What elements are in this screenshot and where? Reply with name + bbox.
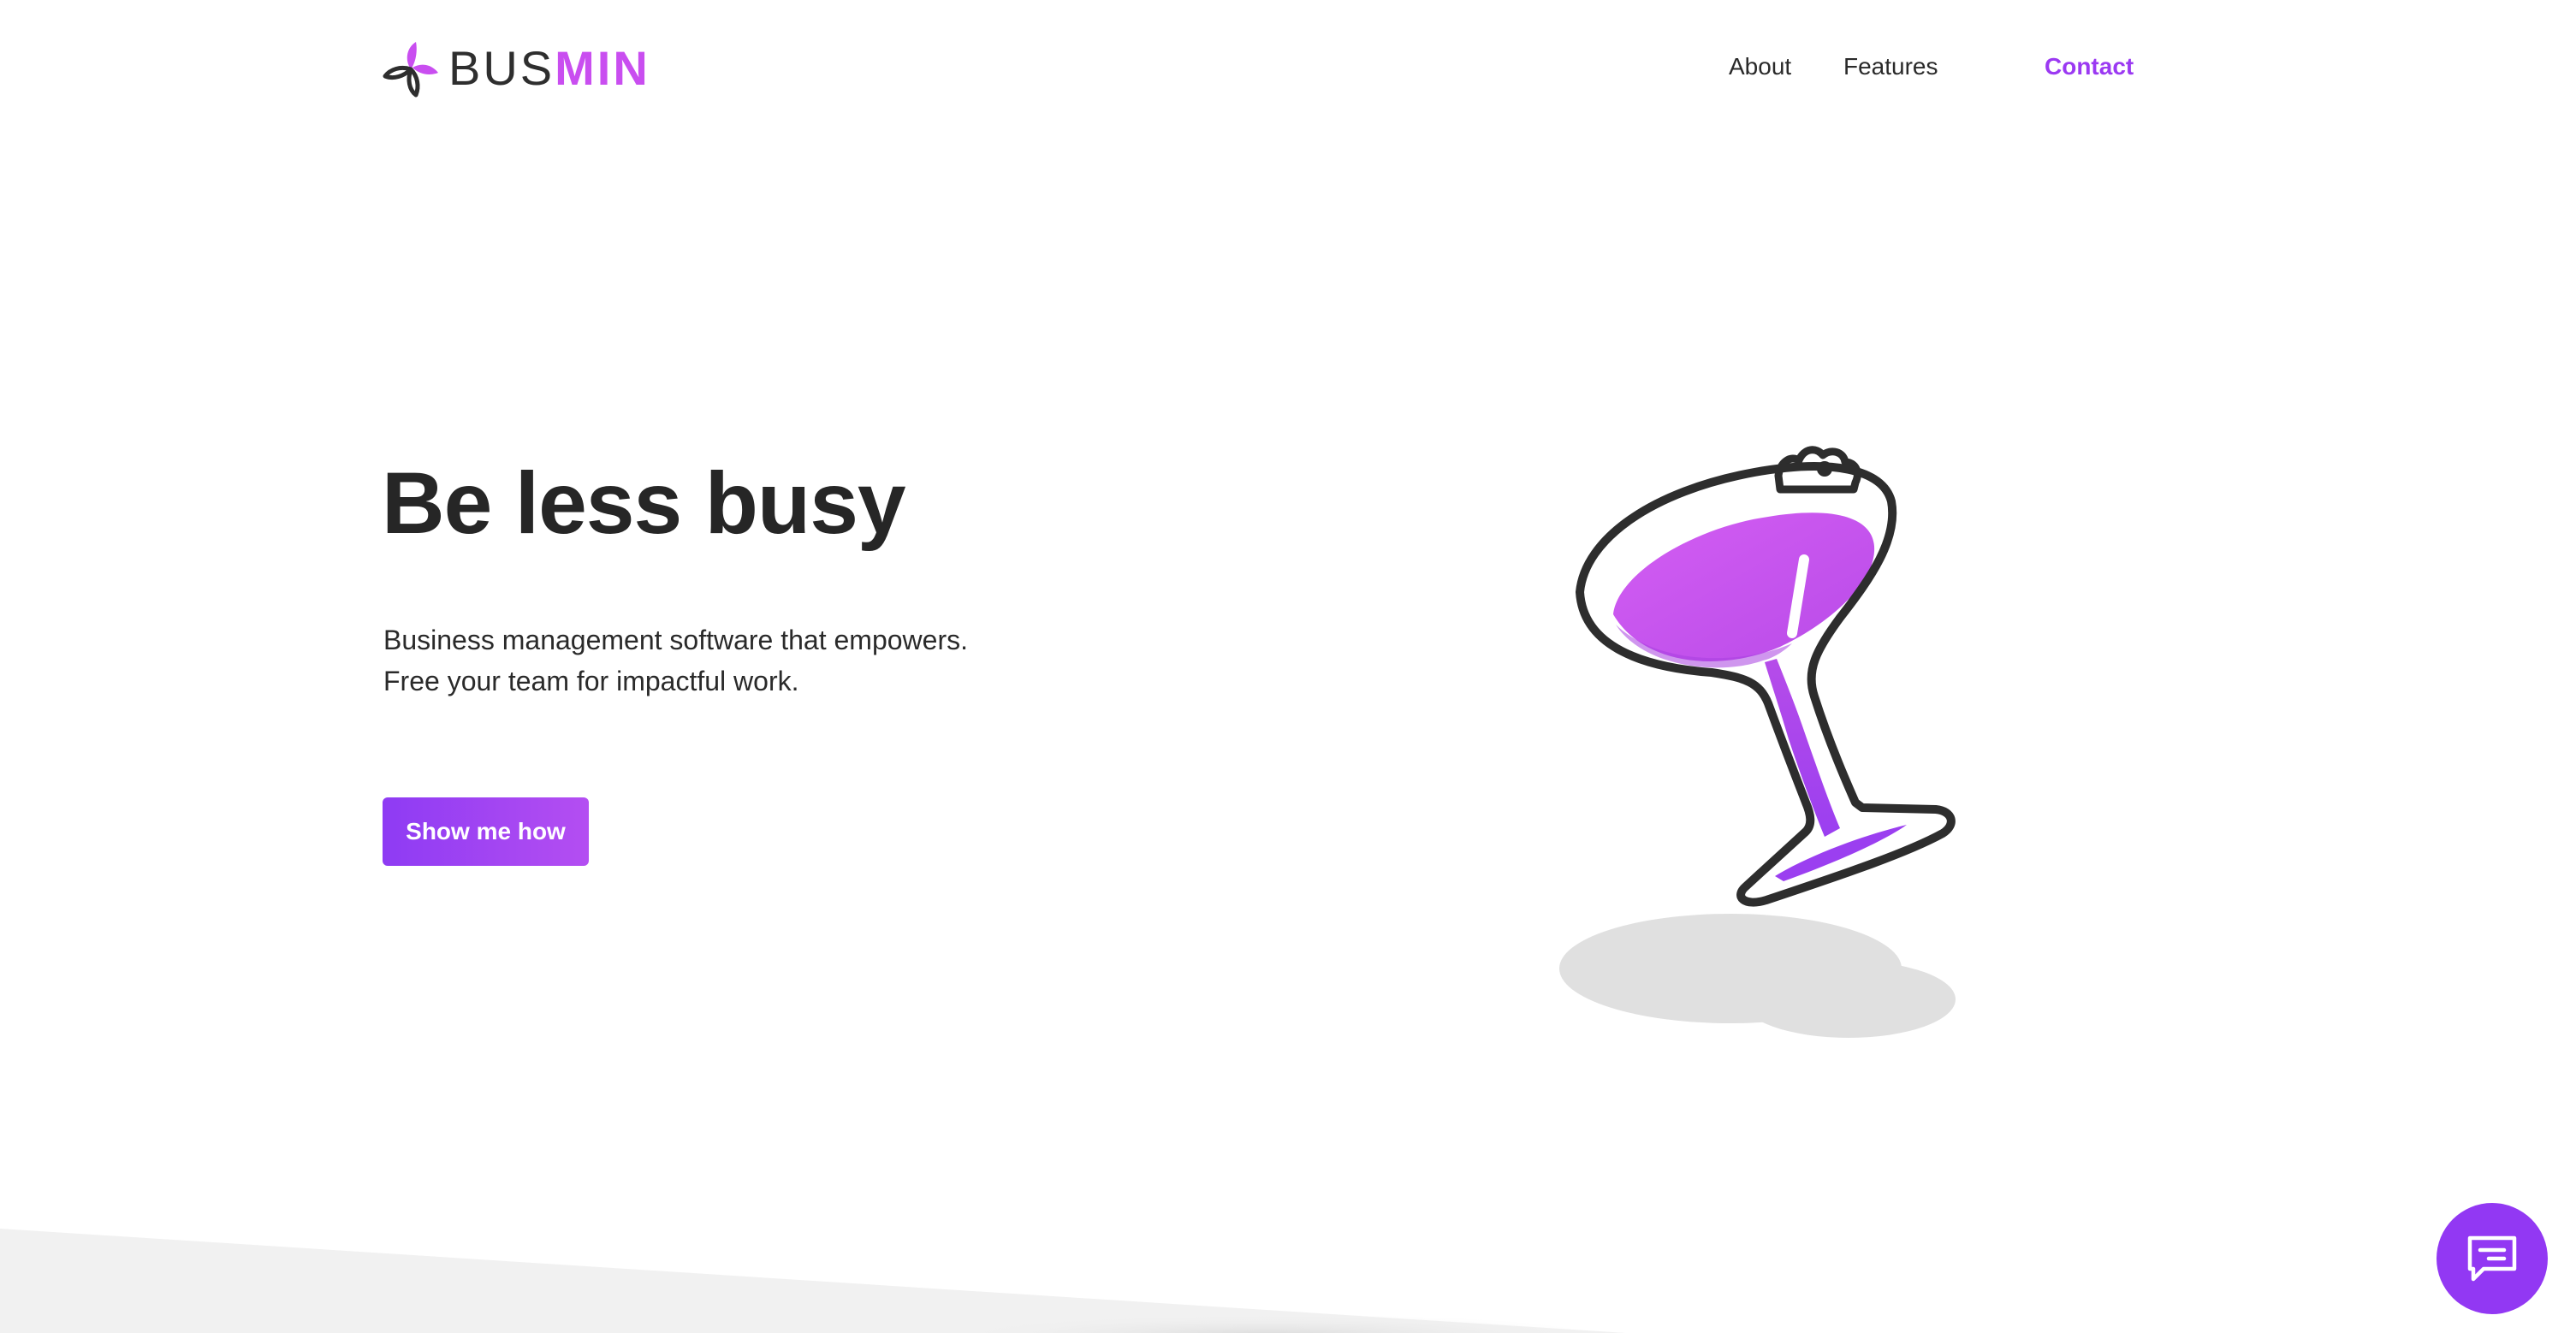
show-me-how-button[interactable]: Show me how [383, 797, 589, 866]
hero-subtitle: Business management software that empowe… [383, 625, 968, 696]
main-nav: About Features Contact [0, 50, 2576, 84]
section-divider [0, 1229, 1626, 1333]
chat-bubble-icon [2467, 1235, 2517, 1282]
nav-link-features[interactable]: Features [1843, 50, 1938, 84]
hero-title: Be less busy [382, 454, 906, 552]
landing-page: BUSMIN About Features Contact Be less bu… [0, 0, 2576, 1333]
nav-link-about[interactable]: About [1729, 50, 1791, 84]
chat-widget-button[interactable] [2437, 1203, 2548, 1314]
tipping-cocktail-glass-icon [1559, 446, 1956, 1038]
nav-link-contact[interactable]: Contact [2045, 50, 2134, 84]
